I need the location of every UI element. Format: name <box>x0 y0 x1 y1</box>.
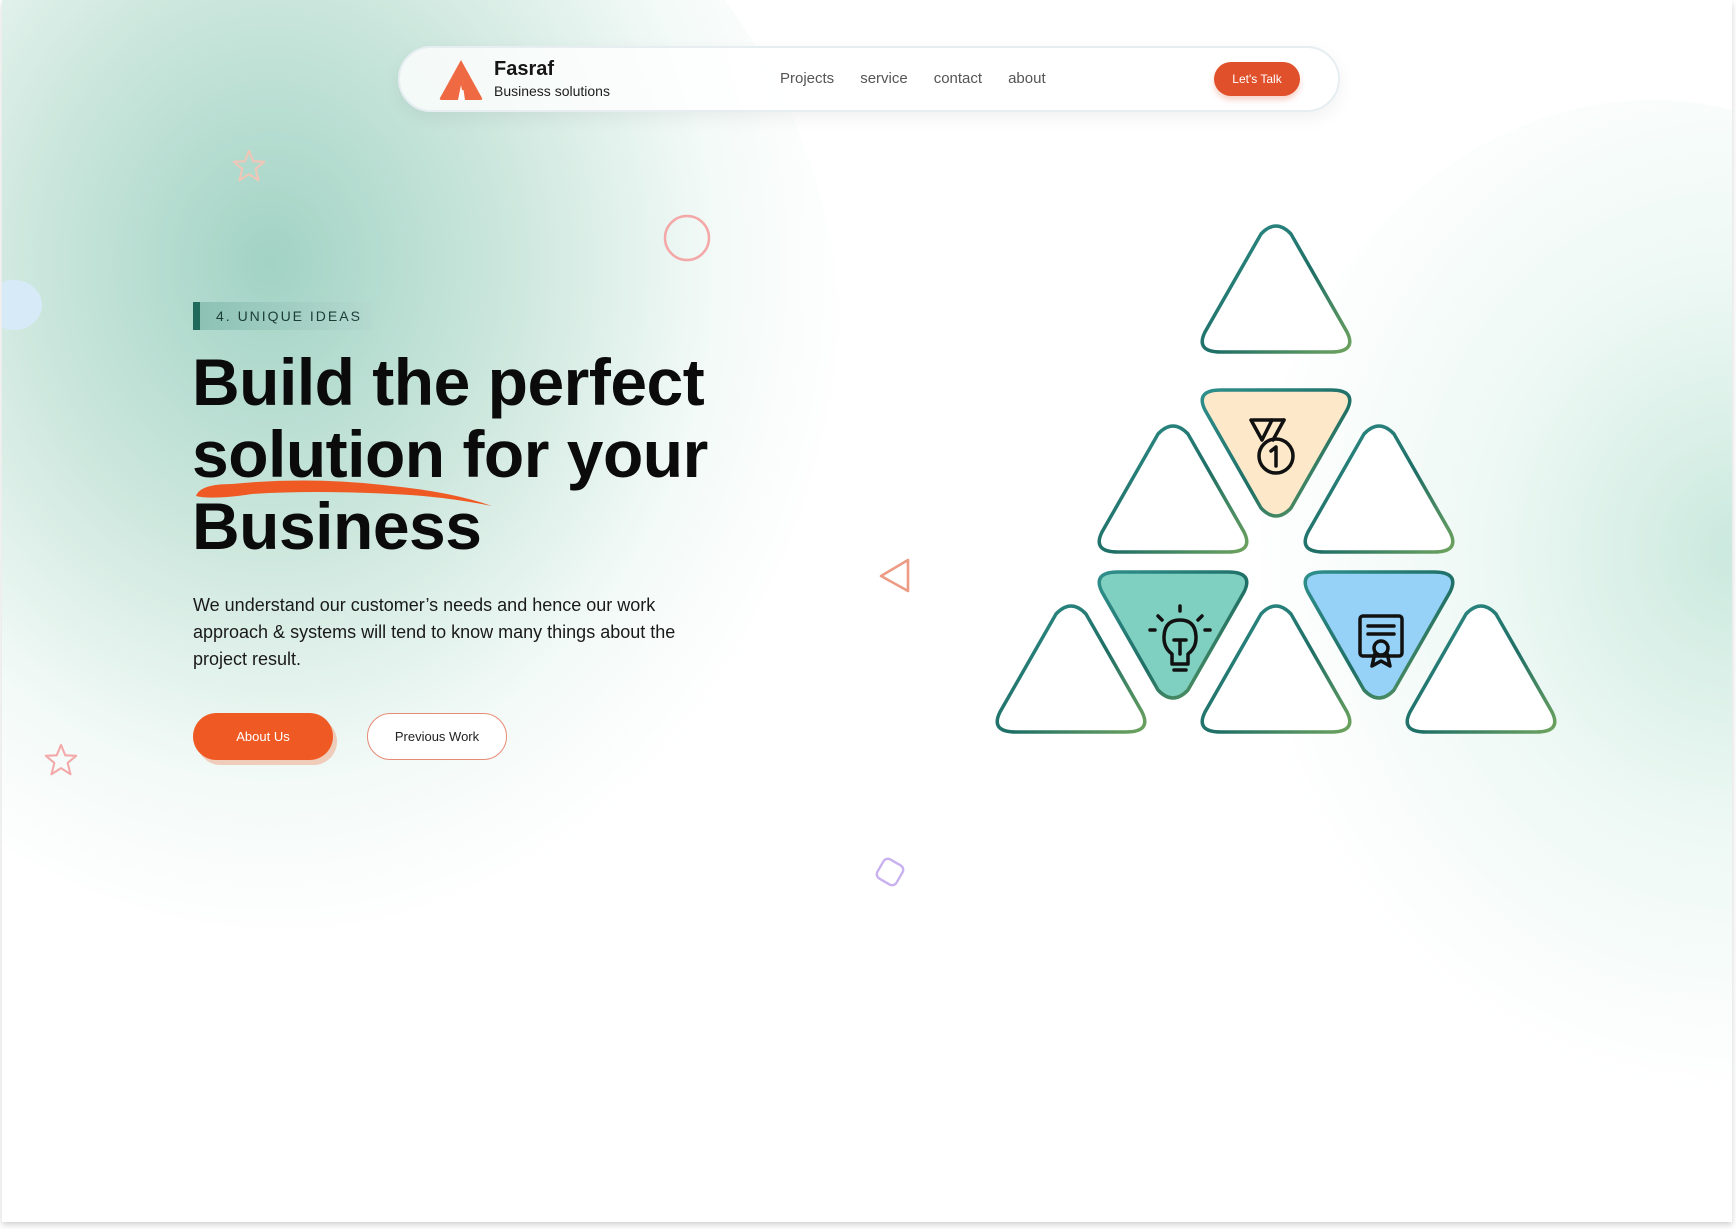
page-frame: Fasraf Business solutions Projects servi… <box>2 0 1732 1222</box>
section-badge: 4. UNIQUE IDEAS <box>193 302 372 330</box>
brand-tagline: Business solutions <box>494 83 610 99</box>
logo-icon[interactable] <box>436 58 486 102</box>
circle-outline-icon <box>663 214 711 262</box>
previous-work-button[interactable]: Previous Work <box>367 713 507 760</box>
square-outline-icon <box>875 857 905 887</box>
hero-description: We understand our customer’s needs and h… <box>193 595 676 669</box>
about-us-button[interactable]: About Us <box>193 713 333 760</box>
nav-item-about[interactable]: about <box>1008 70 1046 87</box>
headline-line-1: Build the perfect <box>192 345 705 419</box>
triangle-pyramid-illustration <box>995 224 1557 734</box>
nav-item-contact[interactable]: contact <box>934 70 982 87</box>
brand-name[interactable]: Fasraf <box>494 58 554 81</box>
navbar: Fasraf Business solutions Projects servi… <box>398 46 1340 112</box>
nav-item-projects[interactable]: Projects <box>780 70 834 87</box>
star-outline-icon <box>44 743 78 776</box>
triangle-outline-icon <box>879 558 910 593</box>
nav-item-service[interactable]: service <box>860 70 908 87</box>
headline-line-2: solution for your <box>192 417 708 491</box>
headline-line-3: Business <box>192 489 482 563</box>
triangle-tile <box>1200 224 1352 354</box>
lets-talk-button[interactable]: Let's Talk <box>1214 62 1300 96</box>
hero-headline: Build the perfect solution for your Busi… <box>192 346 792 562</box>
main-menu: Projects service contact about <box>780 70 1046 87</box>
star-outline-icon <box>232 149 266 182</box>
